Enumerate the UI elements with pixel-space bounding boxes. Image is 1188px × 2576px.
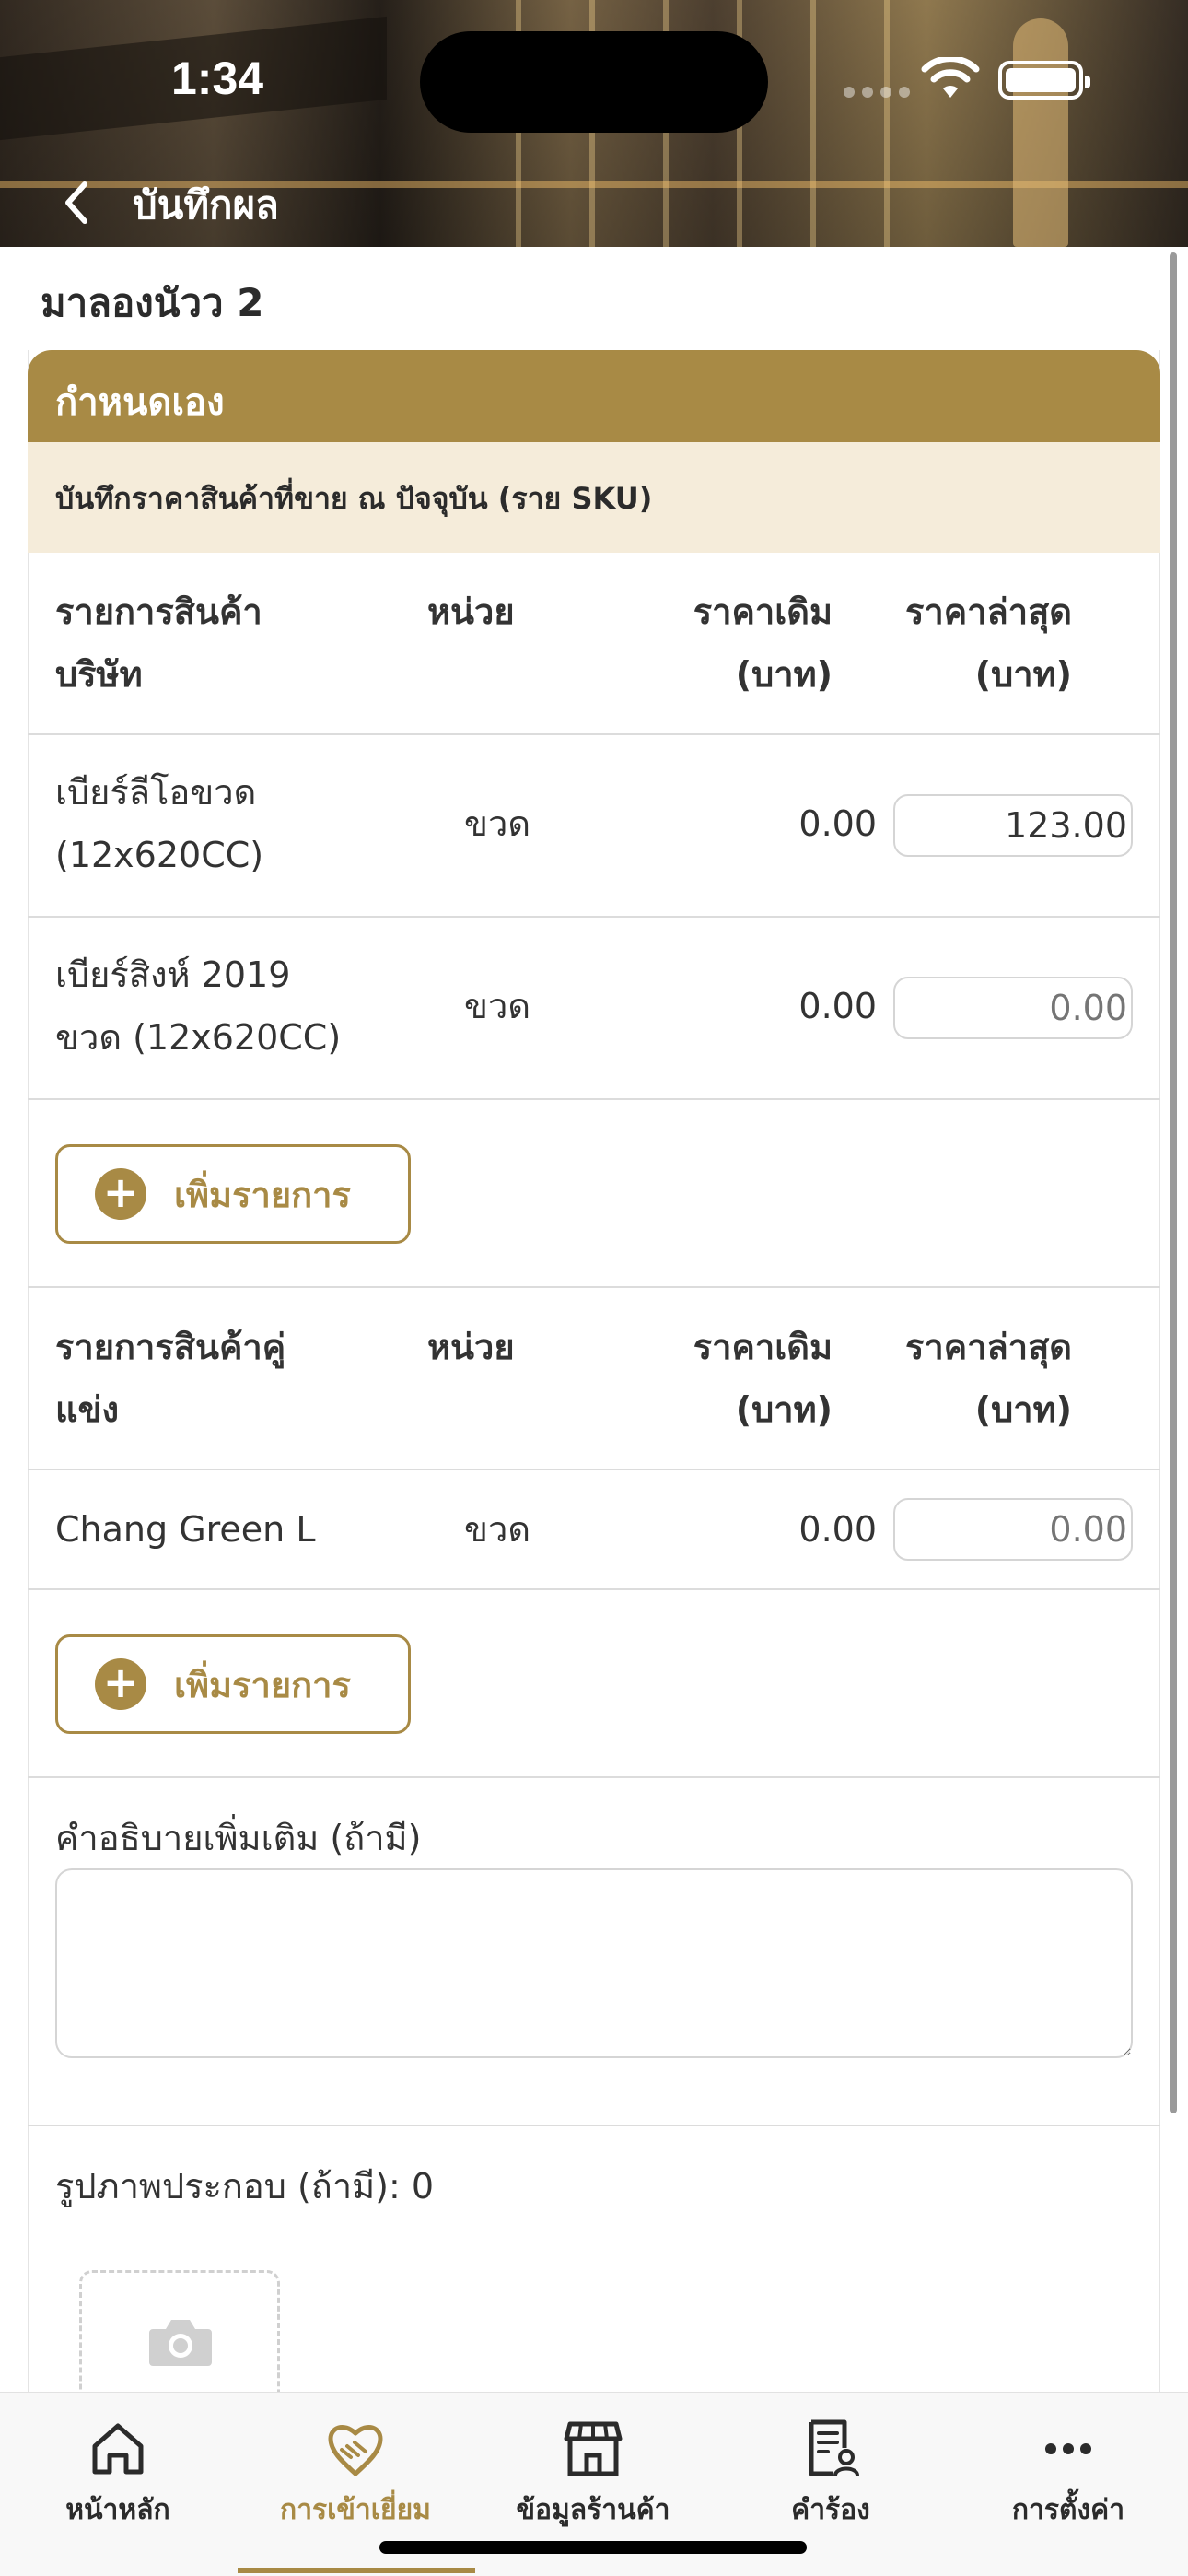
old-price-header: ราคาเดิม (บาท)	[693, 1327, 833, 1430]
tab-home[interactable]: หน้าหลัก	[7, 2417, 228, 2532]
divider	[28, 1286, 1160, 1288]
divider	[28, 1776, 1160, 1778]
competitor-item-name: Chang Green L	[55, 1509, 316, 1550]
unit-header: หน่วย	[427, 1327, 515, 1367]
section-title: กำหนดเอง	[28, 350, 1160, 442]
competitor-item-header: รายการสินค้าคู่ แข่ง	[55, 1327, 286, 1430]
new-price-input[interactable]	[893, 794, 1133, 857]
home-icon	[92, 2423, 144, 2475]
wifi-icon	[921, 57, 980, 98]
add-company-item-button[interactable]: + เพิ่มรายการ	[55, 1144, 411, 1244]
store-name: มาลองนัวว 2	[41, 280, 264, 325]
item-unit: ขวด	[464, 803, 530, 844]
new-price-header: ราคาล่าสุด (บาท)	[904, 591, 1072, 695]
note-label: คำอธิบายเพิ่มเติม (ถ้ามี)	[55, 1818, 422, 1858]
item-unit: ขวด	[464, 986, 530, 1026]
add-competitor-item-button[interactable]: + เพิ่มรายการ	[55, 1634, 411, 1734]
tab-label: การเข้าเยี่ยม	[280, 2494, 431, 2526]
divider	[28, 1588, 1160, 1590]
home-indicator	[379, 2541, 807, 2554]
item-old-price: 0.00	[798, 986, 877, 1026]
add-item-label: เพิ่มรายการ	[174, 1174, 351, 1215]
company-item-name: เบียร์สิงห์ 2019 ขวด (12x620CC)	[55, 954, 342, 1058]
note-textarea[interactable]	[55, 1868, 1133, 2058]
scrollbar[interactable]	[1170, 252, 1177, 2113]
new-price-header: ราคาล่าสุด (บาท)	[904, 1327, 1072, 1430]
more-icon	[1045, 2443, 1091, 2454]
divider	[28, 1098, 1160, 1100]
divider	[28, 733, 1160, 735]
divider	[28, 1469, 1160, 1470]
add-item-label: เพิ่มรายการ	[174, 1664, 351, 1705]
tab-visits[interactable]: การเข้าเยี่ยม	[245, 2417, 466, 2532]
plus-icon: +	[95, 1658, 146, 1710]
section-subtitle: บันทึกราคาสินค้าที่ขาย ณ ปัจจุบัน (ราย S…	[28, 442, 1160, 553]
new-price-input[interactable]	[893, 1498, 1133, 1561]
tab-requests[interactable]: คำร้อง	[720, 2417, 941, 2532]
tab-label: ข้อมูลร้านค้า	[516, 2494, 670, 2526]
battery-icon	[998, 61, 1090, 100]
store-icon	[564, 2421, 623, 2476]
request-icon	[809, 2419, 859, 2476]
active-tab-indicator	[238, 2568, 475, 2573]
dynamic-island	[420, 31, 768, 133]
page-title: บันทึกผล	[133, 182, 279, 228]
photo-count-label: รูปภาพประกอบ (ถ้ามี): 0	[55, 2166, 435, 2207]
divider	[28, 2125, 1160, 2126]
back-button[interactable]	[53, 175, 101, 230]
tab-label: หน้าหลัก	[65, 2494, 170, 2526]
tab-label: คำร้อง	[791, 2494, 870, 2526]
tab-label: การตั้งค่า	[1011, 2494, 1125, 2526]
item-old-price: 0.00	[798, 803, 877, 844]
unit-header: หน่วย	[427, 591, 515, 632]
divider	[28, 916, 1160, 918]
screen: 1:34 บันทึกผล มาลองนัวว 2 กำหนดเอง บันทึ…	[0, 0, 1188, 2576]
company-item-name: เบียร์ลีโอขวด (12x620CC)	[55, 772, 264, 875]
plus-icon: +	[95, 1168, 146, 1220]
tab-store-info[interactable]: ข้อมูลร้านค้า	[483, 2417, 704, 2532]
tab-settings[interactable]: การตั้งค่า	[958, 2417, 1179, 2532]
company-item-header: รายการสินค้า บริษัท	[55, 591, 262, 695]
item-unit: ขวด	[464, 1509, 530, 1550]
status-time: 1:34	[171, 53, 264, 104]
cellular-signal-icon	[844, 87, 910, 98]
new-price-input[interactable]	[893, 977, 1133, 1039]
handshake-icon	[328, 2424, 383, 2476]
camera-icon	[149, 2320, 212, 2366]
old-price-header: ราคาเดิม (บาท)	[693, 591, 833, 695]
item-old-price: 0.00	[798, 1509, 877, 1550]
